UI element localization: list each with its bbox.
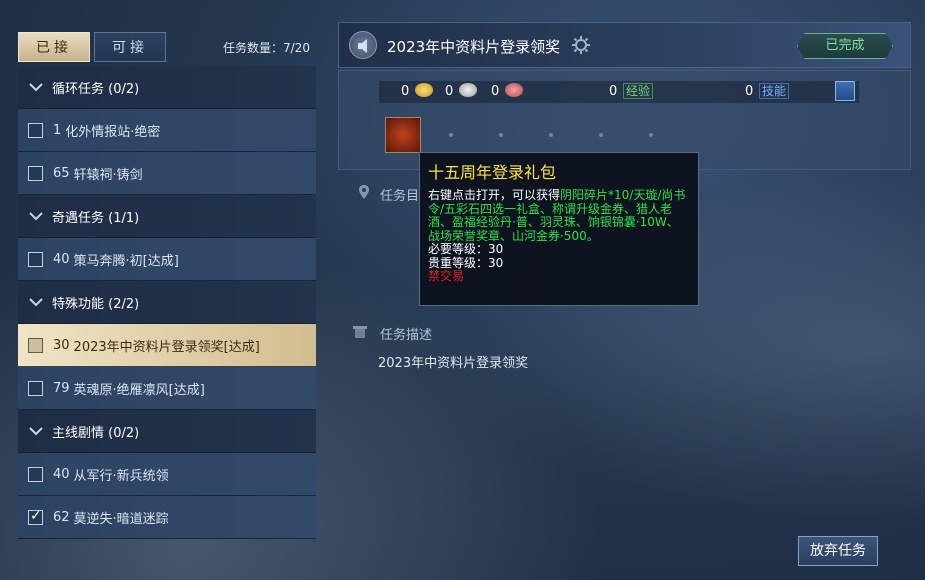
tooltip-noble-level: 贵重等级：30 bbox=[428, 255, 504, 270]
scroll-icon bbox=[353, 326, 367, 338]
item-tooltip: 十五周年登录礼包 右键点击打开，可以获得阴阳碎片*10/天璇/尚书令/五彩石四选… bbox=[419, 152, 699, 306]
silver-value: 0 bbox=[445, 84, 454, 99]
task-checkbox-checked[interactable] bbox=[28, 508, 43, 525]
chevron-down-icon bbox=[29, 212, 43, 221]
silver-coin-icon bbox=[459, 83, 477, 97]
task-level: 40 bbox=[53, 466, 70, 482]
task-checkbox[interactable] bbox=[28, 251, 43, 267]
task-count: 任务数量：7/20 bbox=[223, 41, 310, 55]
task-checkbox[interactable] bbox=[28, 337, 43, 353]
task-title-bar: 2023年中资料片登录领奖 已完成 bbox=[338, 22, 911, 68]
category-main-story[interactable]: 主线剧情 (0/2) bbox=[18, 410, 316, 453]
task-row[interactable]: 62 莫逆失·暗道迷踪 bbox=[18, 496, 316, 539]
task-description-text: 2023年中资料片登录领奖 bbox=[378, 356, 529, 371]
category-label: 特殊功能 (2/2) bbox=[52, 296, 140, 312]
task-checkbox[interactable] bbox=[28, 466, 43, 482]
task-description-label: 任务描述 bbox=[380, 328, 433, 343]
task-tabs: 已接 可接 bbox=[18, 32, 170, 62]
location-pin-icon bbox=[359, 185, 369, 199]
task-title: 2023年中资料片登录领奖 bbox=[387, 38, 561, 56]
task-checkbox[interactable] bbox=[28, 165, 43, 181]
category-special[interactable]: 特殊功能 (2/2) bbox=[18, 281, 316, 324]
category-cycle[interactable]: 循环任务 (0/2) bbox=[18, 66, 316, 109]
gear-icon[interactable] bbox=[571, 35, 591, 55]
task-row[interactable]: 40 策马奔腾·初[达成] bbox=[18, 238, 316, 281]
tooltip-title: 十五周年登录礼包 bbox=[428, 163, 557, 182]
task-target-label: 任务目 bbox=[380, 189, 420, 204]
task-level: 1 bbox=[53, 122, 62, 138]
chevron-down-icon bbox=[29, 427, 43, 436]
task-level: 30 bbox=[53, 337, 70, 353]
reward-row: 0 0 0 0 经验 0 技能 bbox=[379, 81, 859, 103]
empty-slot-dot bbox=[499, 133, 503, 137]
task-checkbox[interactable] bbox=[28, 122, 43, 138]
category-label: 奇遇任务 (1/1) bbox=[52, 210, 140, 226]
tab-accepted[interactable]: 已接 bbox=[18, 32, 90, 62]
gold-value: 0 bbox=[401, 84, 410, 99]
speaker-icon[interactable] bbox=[349, 31, 377, 59]
task-row-selected[interactable]: 30 2023年中资料片登录领奖[达成] bbox=[18, 324, 316, 367]
copper-value: 0 bbox=[491, 84, 500, 99]
task-level: 65 bbox=[53, 165, 70, 181]
empty-slot-dot bbox=[449, 133, 453, 137]
status-badge: 已完成 bbox=[797, 33, 893, 59]
exp-tag: 经验 bbox=[623, 83, 654, 99]
empty-slot-dot bbox=[549, 133, 553, 137]
task-name: 化外情报站·绝密 bbox=[65, 124, 161, 140]
task-name: 莫逆失·暗道迷踪 bbox=[73, 511, 169, 527]
category-encounter[interactable]: 奇遇任务 (1/1) bbox=[18, 195, 316, 238]
task-row[interactable]: 40 从军行·新兵统领 bbox=[18, 453, 316, 496]
chevron-down-icon bbox=[29, 298, 43, 307]
tooltip-body: 右键点击打开，可以获得阴阳碎片*10/天璇/尚书令/五彩石四选一礼盒、称谓升级金… bbox=[428, 188, 690, 284]
task-name: 策马奔腾·初[达成] bbox=[73, 253, 179, 269]
reward-item-slot[interactable] bbox=[385, 117, 421, 153]
task-name: 轩辕祠·铸剑 bbox=[73, 167, 143, 183]
task-name: 2023年中资料片登录领奖[达成] bbox=[73, 339, 260, 355]
tooltip-no-trade: 禁交易 bbox=[428, 269, 465, 283]
chevron-down-icon bbox=[29, 83, 43, 92]
category-label: 主线剧情 (0/2) bbox=[52, 425, 140, 441]
category-label: 循环任务 (0/2) bbox=[52, 81, 140, 97]
empty-slot-dot bbox=[599, 133, 603, 137]
skill-book-icon[interactable] bbox=[835, 81, 855, 101]
skill-tag: 技能 bbox=[759, 83, 790, 99]
task-row[interactable]: 1 化外情报站·绝密 bbox=[18, 109, 316, 152]
gold-coin-icon bbox=[415, 83, 433, 97]
tooltip-text-prefix: 右键点击打开，可以获得 bbox=[428, 188, 561, 202]
task-checkbox[interactable] bbox=[28, 380, 43, 396]
copper-coin-icon bbox=[505, 83, 523, 97]
exp-value: 0 bbox=[609, 84, 618, 99]
task-row[interactable]: 65 轩辕祠·铸剑 bbox=[18, 152, 316, 195]
empty-slot-dot bbox=[649, 133, 653, 137]
task-level: 62 bbox=[53, 509, 70, 525]
task-name: 英魂原·绝雁凛风[达成] bbox=[73, 382, 205, 398]
tooltip-required-level: 必要等级：30 bbox=[428, 242, 504, 256]
task-list: 循环任务 (0/2) 1 化外情报站·绝密 65 轩辕祠·铸剑 奇遇任务 (1/… bbox=[18, 66, 316, 539]
abandon-task-button[interactable]: 放弃任务 bbox=[798, 536, 878, 566]
task-list-panel: 已接 可接 任务数量：7/20 循环任务 (0/2) 1 化外情报站·绝密 65… bbox=[14, 30, 320, 570]
task-name: 从军行·新兵统领 bbox=[73, 468, 169, 484]
task-level: 40 bbox=[53, 251, 70, 267]
skill-value: 0 bbox=[745, 84, 754, 99]
task-row[interactable]: 79 英魂原·绝雁凛风[达成] bbox=[18, 367, 316, 410]
tab-available[interactable]: 可接 bbox=[94, 32, 166, 62]
task-level: 79 bbox=[53, 380, 70, 396]
